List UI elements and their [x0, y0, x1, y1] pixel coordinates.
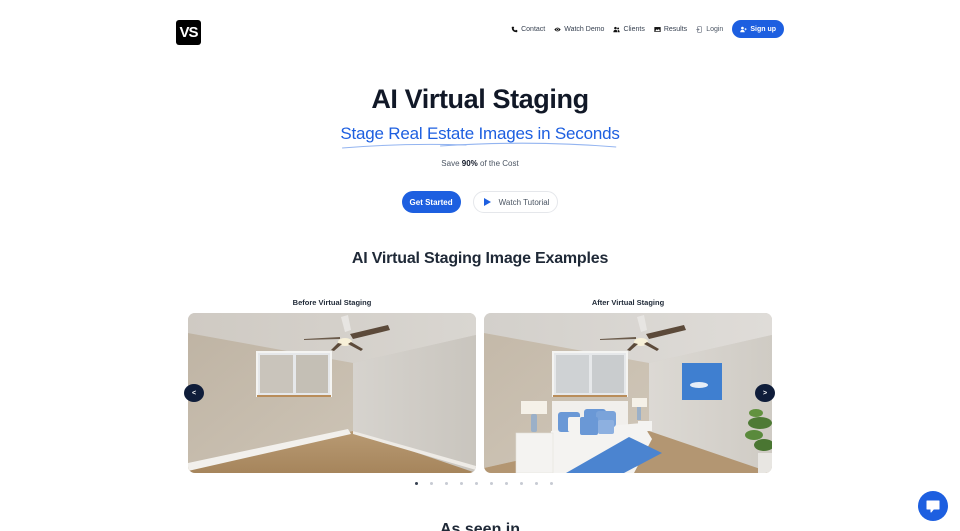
as-seen-in-title: As seen in	[439, 521, 521, 531]
examples-title: AI Virtual Staging Image Examples	[351, 250, 609, 267]
image-icon	[654, 26, 661, 32]
carousel-pagination	[0, 482, 960, 485]
carousel-dot[interactable]	[415, 482, 418, 485]
carousel-dot[interactable]	[535, 482, 538, 485]
carousel-dot[interactable]	[490, 482, 493, 485]
note-prefix: Save	[441, 159, 462, 168]
nav-results-label: Results	[663, 25, 688, 33]
note-suffix: of the Cost	[477, 159, 519, 168]
nav-clients-label: Clients	[623, 25, 645, 33]
cta-row: Get Started Watch Tutorial	[0, 191, 960, 213]
staged-room-illustration	[484, 313, 772, 473]
before-image	[188, 313, 476, 473]
eye-icon	[554, 27, 561, 31]
carousel-next-button[interactable]: >	[755, 384, 775, 402]
site-header: VS Contact Watch Demo Clients Results Lo…	[0, 0, 960, 60]
carousel-dot[interactable]	[475, 482, 478, 485]
get-started-button[interactable]: Get Started	[401, 191, 461, 213]
carousel-dot[interactable]	[430, 482, 433, 485]
after-image	[484, 313, 772, 473]
signup-button[interactable]: Sign up	[732, 20, 784, 38]
underline-swoosh-icon	[342, 142, 617, 149]
hero-subtitle-wrap: Stage Real Estate Images in Seconds	[0, 124, 960, 149]
chat-bubble-icon	[926, 500, 940, 512]
hero-note: Save 90% of the Cost	[0, 159, 960, 168]
users-icon	[613, 26, 621, 32]
nav-watch-demo-label: Watch Demo	[564, 25, 605, 33]
carousel-dot[interactable]	[505, 482, 508, 485]
carousel-dot[interactable]	[520, 482, 523, 485]
chat-widget-button[interactable]	[918, 491, 948, 521]
nav-clients[interactable]: Clients	[613, 25, 645, 33]
logo[interactable]: VS	[176, 20, 201, 45]
carousel-dot[interactable]	[460, 482, 463, 485]
nav-contact-label: Contact	[521, 25, 546, 33]
note-savings: 90%	[461, 159, 478, 168]
page-title: AI Virtual Staging	[371, 84, 589, 114]
hero-subtitle: Stage Real Estate Images in Seconds	[340, 124, 620, 149]
phone-icon	[511, 26, 518, 32]
before-label: Before Virtual Staging	[292, 298, 372, 307]
play-icon	[483, 198, 491, 206]
nav-results[interactable]: Results	[654, 26, 687, 33]
after-label: After Virtual Staging	[591, 298, 665, 307]
nav-login-label: Login	[706, 25, 724, 33]
carousel-prev-button[interactable]: <	[184, 384, 204, 402]
user-plus-icon	[740, 26, 747, 32]
watch-tutorial-label: Watch Tutorial	[498, 197, 550, 207]
nav-contact[interactable]: Contact	[511, 26, 545, 33]
nav-login[interactable]: Login	[696, 26, 723, 33]
watch-tutorial-button[interactable]: Watch Tutorial	[472, 191, 559, 213]
login-icon	[696, 25, 703, 33]
carousel-dot[interactable]	[550, 482, 553, 485]
nav-watch-demo[interactable]: Watch Demo	[554, 26, 604, 33]
signup-label: Sign up	[750, 25, 776, 33]
empty-room-illustration	[188, 313, 476, 473]
carousel-dot[interactable]	[445, 482, 448, 485]
main-nav: Contact Watch Demo Clients Results Login…	[511, 20, 784, 38]
